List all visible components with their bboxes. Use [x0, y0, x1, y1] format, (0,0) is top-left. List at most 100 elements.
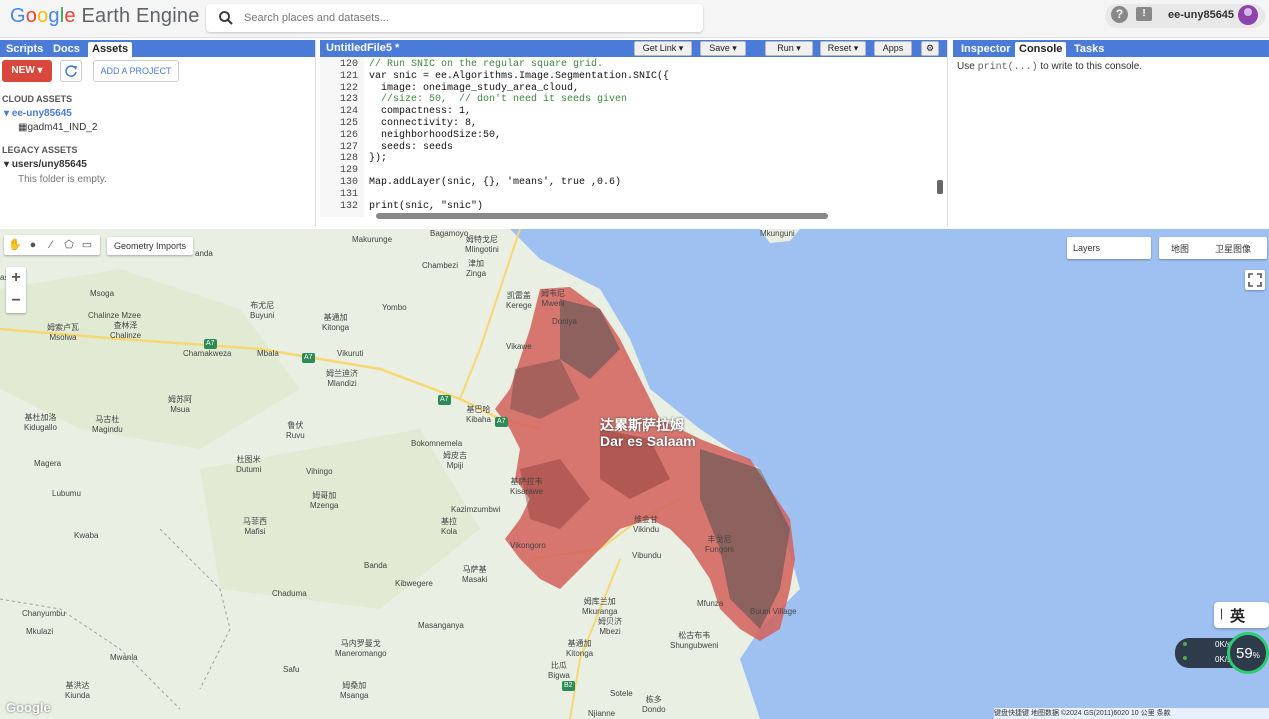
- place-label-en: Bigwa: [548, 671, 570, 680]
- place-label-en: Dutumi: [236, 465, 262, 474]
- place-label: Chaduma: [272, 589, 307, 599]
- tab-assets[interactable]: Assets: [88, 42, 133, 57]
- code-line[interactable]: image: oneimage_study_area_cloud,: [369, 83, 579, 94]
- code-line[interactable]: seeds: seeds: [369, 142, 453, 153]
- road-shield: A7: [204, 339, 217, 349]
- code-line[interactable]: connectivity: 8,: [369, 118, 477, 129]
- line-number: 128: [339, 153, 358, 165]
- place-label-zh: 丰戈尼: [707, 535, 732, 544]
- empty-folder-message: This folder is empty.: [18, 174, 107, 185]
- ime-cursor-icon: |: [1220, 606, 1224, 620]
- fullscreen-icon[interactable]: [1245, 270, 1265, 290]
- geometry-imports-button[interactable]: Geometry Imports: [107, 237, 193, 255]
- line-number: 126: [339, 129, 358, 141]
- place-label: 马菲西 Mafisi: [243, 517, 267, 537]
- road-shield: B2: [562, 681, 575, 691]
- layers-button[interactable]: Layers: [1067, 237, 1151, 259]
- assets-panel: Scripts Docs Assets NEW ▾ ADD A PROJECT …: [0, 40, 316, 226]
- place-label-en: Mlandizi: [327, 379, 357, 388]
- settings-gear-icon[interactable]: ⚙: [921, 41, 939, 56]
- place-label: Banda: [364, 561, 387, 571]
- run-button[interactable]: Run ▾: [765, 41, 813, 56]
- file-title[interactable]: UntitledFile5 *: [326, 42, 399, 54]
- right-tabbar: Inspector Console Tasks: [953, 40, 1269, 57]
- search-input[interactable]: [244, 8, 684, 28]
- rectangle-draw-icon[interactable]: ▭: [80, 238, 94, 252]
- code-line[interactable]: var snic = ee.Algorithms.Image.Segmentat…: [369, 71, 669, 82]
- vertical-scrollbar[interactable]: [937, 180, 943, 194]
- feedback-icon[interactable]: !: [1136, 7, 1152, 21]
- place-label: 查林泽 Chalinze: [110, 321, 141, 341]
- place-label-en: Bagamoyo: [430, 229, 469, 238]
- code-line[interactable]: neighborhoodSize:50,: [369, 130, 501, 141]
- main-city-label-zh: 达累斯萨拉姆: [600, 417, 684, 433]
- place-label-zh: 姆皮吉: [443, 451, 467, 460]
- place-label: Vibundu: [632, 551, 661, 561]
- line-draw-icon[interactable]: ⁄: [44, 238, 58, 252]
- cloud-project-item[interactable]: ▾ ee-uny85645: [4, 108, 72, 119]
- tab-inspector[interactable]: Inspector: [957, 42, 1015, 57]
- horizontal-scrollbar[interactable]: [376, 213, 828, 219]
- asset-item[interactable]: ▦gadm41_IND_2: [18, 122, 98, 133]
- new-button[interactable]: NEW ▾: [2, 60, 52, 82]
- place-label-zh: 马古杜: [95, 415, 120, 424]
- add-project-button[interactable]: ADD A PROJECT: [93, 60, 179, 82]
- top-bar: Google Earth Engine ? ! ee-uny85645: [0, 0, 1269, 38]
- place-label-en: Mfunza: [697, 599, 724, 608]
- place-label-en: Msoga: [90, 289, 115, 298]
- place-label-zh: 凯雷盖: [506, 291, 531, 300]
- save-button[interactable]: Save ▾: [700, 41, 746, 56]
- zoom-in-button[interactable]: +: [6, 267, 26, 290]
- code-line[interactable]: });: [369, 153, 387, 164]
- code-line[interactable]: // Run SNIC on the regular square grid.: [369, 59, 603, 70]
- place-label: 津加 Zinga: [466, 259, 486, 279]
- line-number: 132: [339, 200, 358, 212]
- map-canvas[interactable]: Makurunge 姆特戈尼 Mlingotini Bagamoyo 津加 Zinga Ch…: [0, 229, 1269, 719]
- refresh-button[interactable]: [60, 60, 82, 82]
- polygon-draw-icon[interactable]: ⬠: [62, 238, 76, 252]
- place-label-en: Kibaha: [466, 415, 491, 424]
- place-label: 马内罗曼戈 Maneromango: [335, 639, 387, 659]
- map-attribution[interactable]: 键盘快捷键 地图数据 ©2024 GS(2011)6020 10 公里 条款: [994, 708, 1269, 719]
- tab-docs[interactable]: Docs: [49, 42, 84, 57]
- place-label: 姆皮吉 Mpiji: [443, 451, 467, 471]
- username-label[interactable]: ee-uny85645: [1168, 9, 1234, 21]
- code-line[interactable]: print(snic, "snic"): [369, 201, 483, 212]
- code-line[interactable]: compactness: 1,: [369, 106, 471, 117]
- tab-console[interactable]: Console: [1015, 42, 1067, 57]
- place-label-zh: 姆兰迪济: [326, 369, 358, 378]
- reset-button[interactable]: Reset ▾: [820, 41, 866, 56]
- legacy-folder-item[interactable]: ▾ users/uny85645: [4, 159, 87, 170]
- place-label: Vikongoro: [510, 541, 546, 551]
- code-line[interactable]: //size: 50, // don't need it seeds given: [369, 94, 627, 105]
- ime-indicator[interactable]: | 英: [1214, 602, 1269, 628]
- place-label-en: Banda: [364, 561, 388, 570]
- place-label: 姆苏阿 Msua: [168, 395, 192, 415]
- search-box[interactable]: [206, 4, 703, 32]
- avatar[interactable]: [1238, 5, 1258, 25]
- help-icon[interactable]: ?: [1111, 6, 1128, 23]
- tab-scripts[interactable]: Scripts: [2, 42, 47, 57]
- zoom-out-button[interactable]: −: [6, 290, 26, 313]
- code-line[interactable]: Map.addLayer(snic, {}, 'means', true ,0.…: [369, 177, 621, 188]
- place-label: Mkulazi: [26, 627, 53, 637]
- place-label: Sotele: [610, 689, 633, 699]
- map-type-map[interactable]: 地图: [1171, 242, 1189, 255]
- place-label: Vikawe: [506, 342, 532, 352]
- place-label: 姆贝济 Mbezi: [598, 617, 622, 637]
- tab-tasks[interactable]: Tasks: [1070, 42, 1108, 57]
- place-label-en: Kitonga: [322, 323, 350, 332]
- apps-button[interactable]: Apps: [874, 41, 912, 56]
- place-label: Makurunge: [352, 235, 392, 245]
- console-message: Use print(...) to write to this console.: [957, 61, 1143, 73]
- place-label: Vikuruti: [337, 349, 364, 359]
- place-label-zh: 马萨基: [462, 565, 487, 574]
- map-type-satellite[interactable]: 卫星图像: [1215, 242, 1251, 255]
- place-label: 姆哥加 Mzenga: [310, 491, 338, 511]
- pan-hand-icon[interactable]: ✋: [8, 238, 22, 252]
- place-label-zh: 维金甘: [634, 515, 659, 524]
- get-link-button[interactable]: Get Link ▾: [634, 41, 692, 56]
- place-label-en: Zinga: [466, 269, 487, 278]
- marker-icon[interactable]: ●: [26, 238, 40, 252]
- place-label-en: Mweni: [541, 299, 565, 308]
